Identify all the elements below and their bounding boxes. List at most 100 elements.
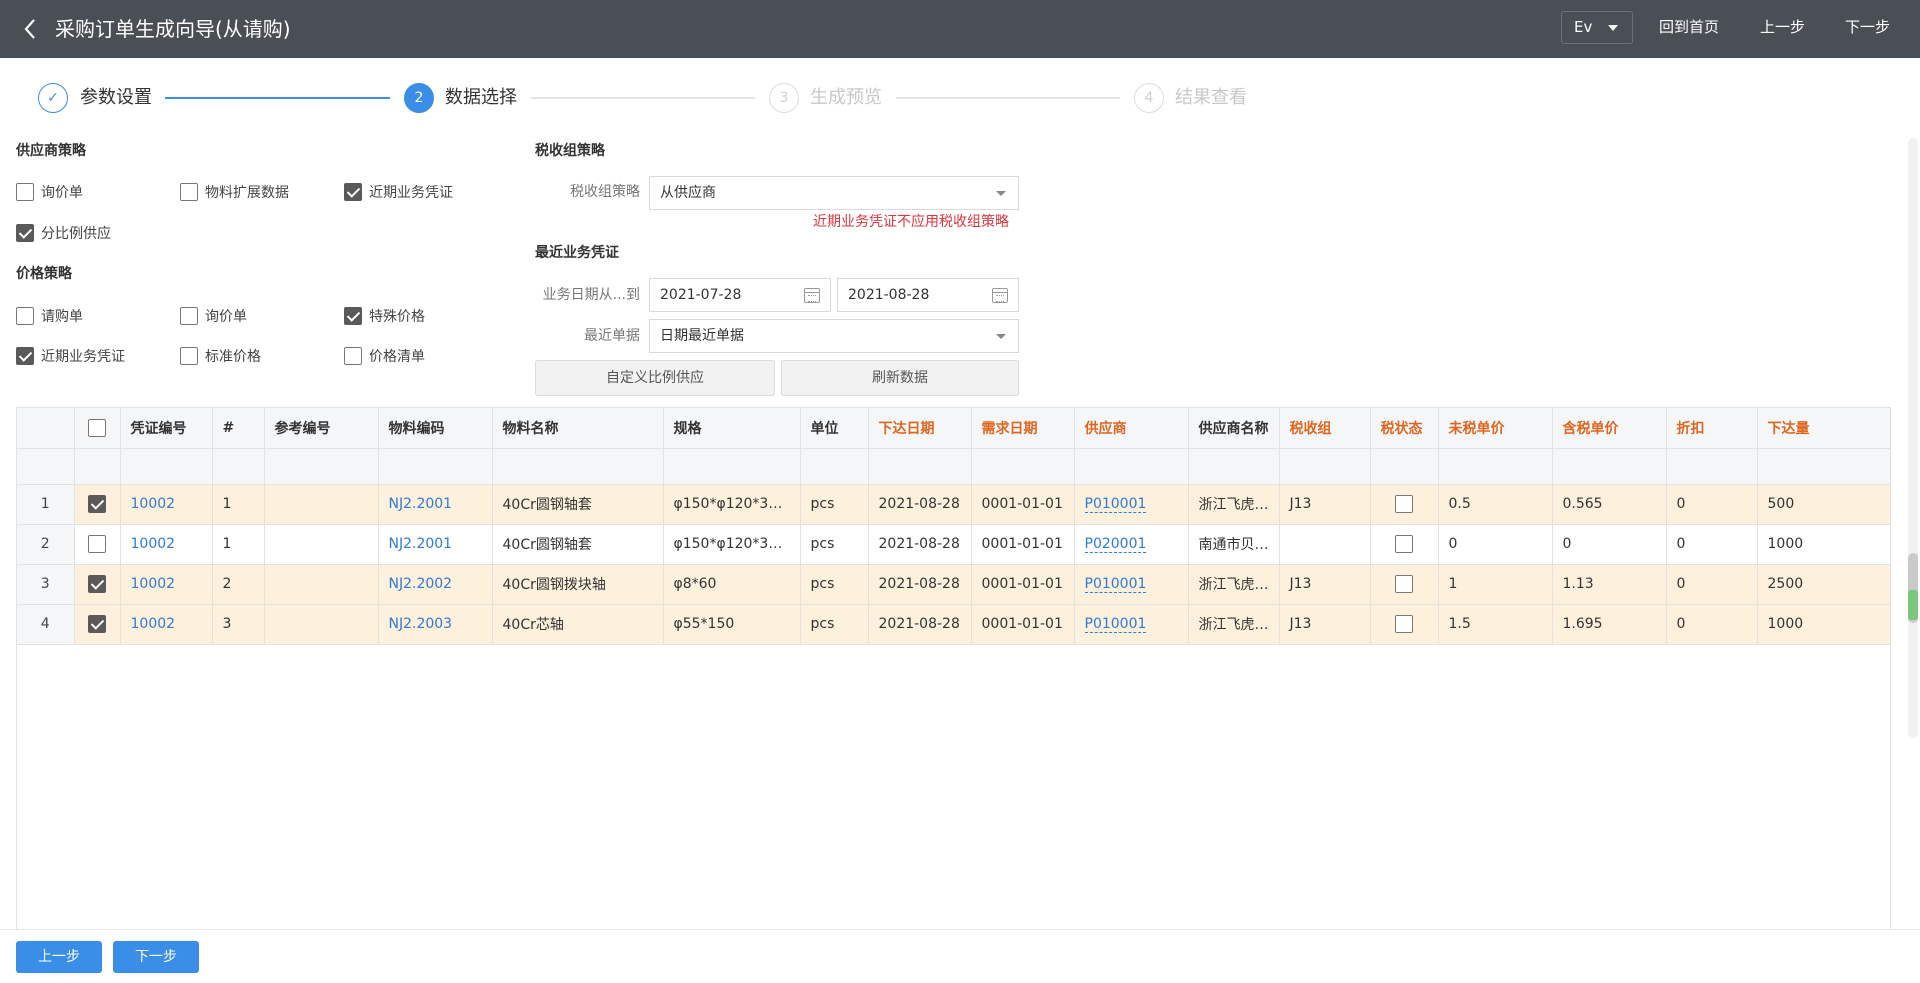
col-select-all[interactable] (74, 408, 121, 449)
price-opt-recent-voucher[interactable]: 近期业务凭证 (16, 346, 125, 366)
cell-tax-status[interactable] (1370, 604, 1439, 645)
home-button[interactable]: 回到首页 (1659, 14, 1719, 40)
calendar-icon[interactable] (992, 288, 1008, 303)
cell-tax-group[interactable] (1279, 524, 1371, 565)
tax-strategy-select[interactable]: 从供应商 (649, 176, 1019, 210)
col-ref[interactable]: 参考编号 (264, 408, 379, 449)
col-tax-status[interactable]: 税状态 (1370, 408, 1439, 449)
filter-cell[interactable] (800, 448, 869, 485)
cell-issue-date[interactable]: 2021-08-28 (868, 524, 972, 565)
row-select-cell[interactable] (74, 564, 121, 605)
checkbox[interactable] (344, 347, 362, 365)
filter-cell[interactable] (1188, 448, 1280, 485)
filter-cell[interactable] (120, 448, 213, 485)
filter-cell[interactable] (1552, 448, 1667, 485)
filter-cell[interactable] (264, 448, 379, 485)
cell-tax-group[interactable]: J13 (1279, 484, 1371, 525)
checkbox[interactable] (180, 347, 198, 365)
supplier-opt-material-ext[interactable]: 物料扩展数据 (180, 182, 289, 202)
col-price-tax[interactable]: 含税单价 (1552, 408, 1667, 449)
scrollbar-grip-icon[interactable] (1908, 590, 1918, 620)
header-next-button[interactable]: 下一步 (1845, 14, 1890, 40)
checkbox-checked[interactable] (16, 224, 34, 242)
cell-code[interactable]: NJ2.2001 (378, 524, 493, 565)
cell-discount[interactable]: 0 (1666, 524, 1758, 565)
material-code-link[interactable]: NJ2.2003 (389, 616, 453, 632)
cell-price-tax[interactable]: 1.695 (1552, 604, 1667, 645)
cell-voucher[interactable]: 10002 (120, 564, 213, 605)
custom-proportion-button[interactable]: 自定义比例供应 (535, 360, 775, 396)
supplier-link[interactable]: P010001 (1084, 576, 1147, 593)
cell-code[interactable]: NJ2.2001 (378, 484, 493, 525)
cell-need-date[interactable]: 0001-01-01 (971, 524, 1075, 565)
cell-need-date[interactable]: 0001-01-01 (971, 564, 1075, 605)
material-code-link[interactable]: NJ2.2002 (389, 576, 453, 592)
col-spec[interactable]: 规格 (663, 408, 801, 449)
cell-voucher[interactable]: 10002 (120, 524, 213, 565)
cell-issue-date[interactable]: 2021-08-28 (868, 564, 972, 605)
filter-cell[interactable] (1074, 448, 1189, 485)
cell-tax-status[interactable] (1370, 484, 1439, 525)
col-issue-date[interactable]: 下达日期 (868, 408, 972, 449)
checkbox-checked[interactable] (344, 183, 362, 201)
col-need-date[interactable]: 需求日期 (971, 408, 1075, 449)
footer-prev-button[interactable]: 上一步 (16, 941, 102, 973)
cell-need-date[interactable]: 0001-01-01 (971, 604, 1075, 645)
filter-cell[interactable] (971, 448, 1075, 485)
cell-qty[interactable]: 1000 (1757, 524, 1890, 565)
calendar-icon[interactable] (804, 288, 820, 303)
cell-voucher[interactable]: 10002 (120, 604, 213, 645)
filter-cell[interactable] (378, 448, 493, 485)
recent-doc-select[interactable]: 日期最近单据 (649, 319, 1019, 353)
cell-code[interactable]: NJ2.2002 (378, 564, 493, 605)
price-opt-price-list[interactable]: 价格清单 (344, 346, 425, 366)
cell-need-date[interactable]: 0001-01-01 (971, 484, 1075, 525)
table-row[interactable]: 1 10002 1 NJ2.2001 40Cr圆钢轴套 φ150*φ120*38… (17, 484, 1890, 525)
cell-supplier[interactable]: P010001 (1074, 604, 1189, 645)
price-opt-special[interactable]: 特殊价格 (344, 306, 425, 326)
cell-voucher[interactable]: 10002 (120, 484, 213, 525)
tax-status-checkbox[interactable] (1395, 615, 1413, 633)
col-name[interactable]: 物料名称 (492, 408, 664, 449)
filter-cell[interactable] (492, 448, 664, 485)
filter-cell[interactable] (1757, 448, 1890, 485)
table-row[interactable]: 4 10002 3 NJ2.2003 40Cr芯轴 φ55*150 pcs 20… (17, 604, 1890, 645)
col-qty[interactable]: 下达量 (1757, 408, 1890, 449)
col-price[interactable]: 未税单价 (1438, 408, 1553, 449)
price-opt-requisition[interactable]: 请购单 (16, 306, 83, 326)
cell-issue-date[interactable]: 2021-08-28 (868, 604, 972, 645)
col-unit[interactable]: 单位 (800, 408, 869, 449)
col-voucher[interactable]: 凭证编号 (120, 408, 213, 449)
checkbox[interactable] (180, 307, 198, 325)
supplier-link[interactable]: P020001 (1084, 536, 1147, 553)
col-code[interactable]: 物料编码 (378, 408, 493, 449)
filter-cell[interactable] (1279, 448, 1371, 485)
date-to-input[interactable]: 2021-08-28 (837, 278, 1019, 312)
cell-qty[interactable]: 2500 (1757, 564, 1890, 605)
cell-discount[interactable]: 0 (1666, 604, 1758, 645)
cell-price-tax[interactable]: 0.565 (1552, 484, 1667, 525)
cell-tax-status[interactable] (1370, 524, 1439, 565)
col-tax-group[interactable]: 税收组 (1279, 408, 1371, 449)
cell-tax-group[interactable]: J13 (1279, 564, 1371, 605)
supplier-opt-recent-voucher[interactable]: 近期业务凭证 (344, 182, 453, 202)
supplier-link[interactable]: P010001 (1084, 496, 1147, 513)
cell-price[interactable]: 0 (1438, 524, 1553, 565)
checkbox[interactable] (16, 307, 34, 325)
voucher-link[interactable]: 10002 (131, 536, 176, 552)
filter-cell[interactable] (1666, 448, 1758, 485)
cell-price[interactable]: 1.5 (1438, 604, 1553, 645)
tax-status-checkbox[interactable] (1395, 575, 1413, 593)
checkbox[interactable] (180, 183, 198, 201)
cell-tax-status[interactable] (1370, 564, 1439, 605)
row-checkbox[interactable] (88, 535, 106, 553)
col-discount[interactable]: 折扣 (1666, 408, 1758, 449)
material-code-link[interactable]: NJ2.2001 (389, 496, 453, 512)
cell-supplier[interactable]: P010001 (1074, 484, 1189, 525)
cell-qty[interactable]: 1000 (1757, 604, 1890, 645)
row-select-cell[interactable] (74, 524, 121, 565)
checkbox[interactable] (16, 183, 34, 201)
checkbox-checked[interactable] (16, 347, 34, 365)
cell-tax-group[interactable]: J13 (1279, 604, 1371, 645)
cell-price[interactable]: 0.5 (1438, 484, 1553, 525)
